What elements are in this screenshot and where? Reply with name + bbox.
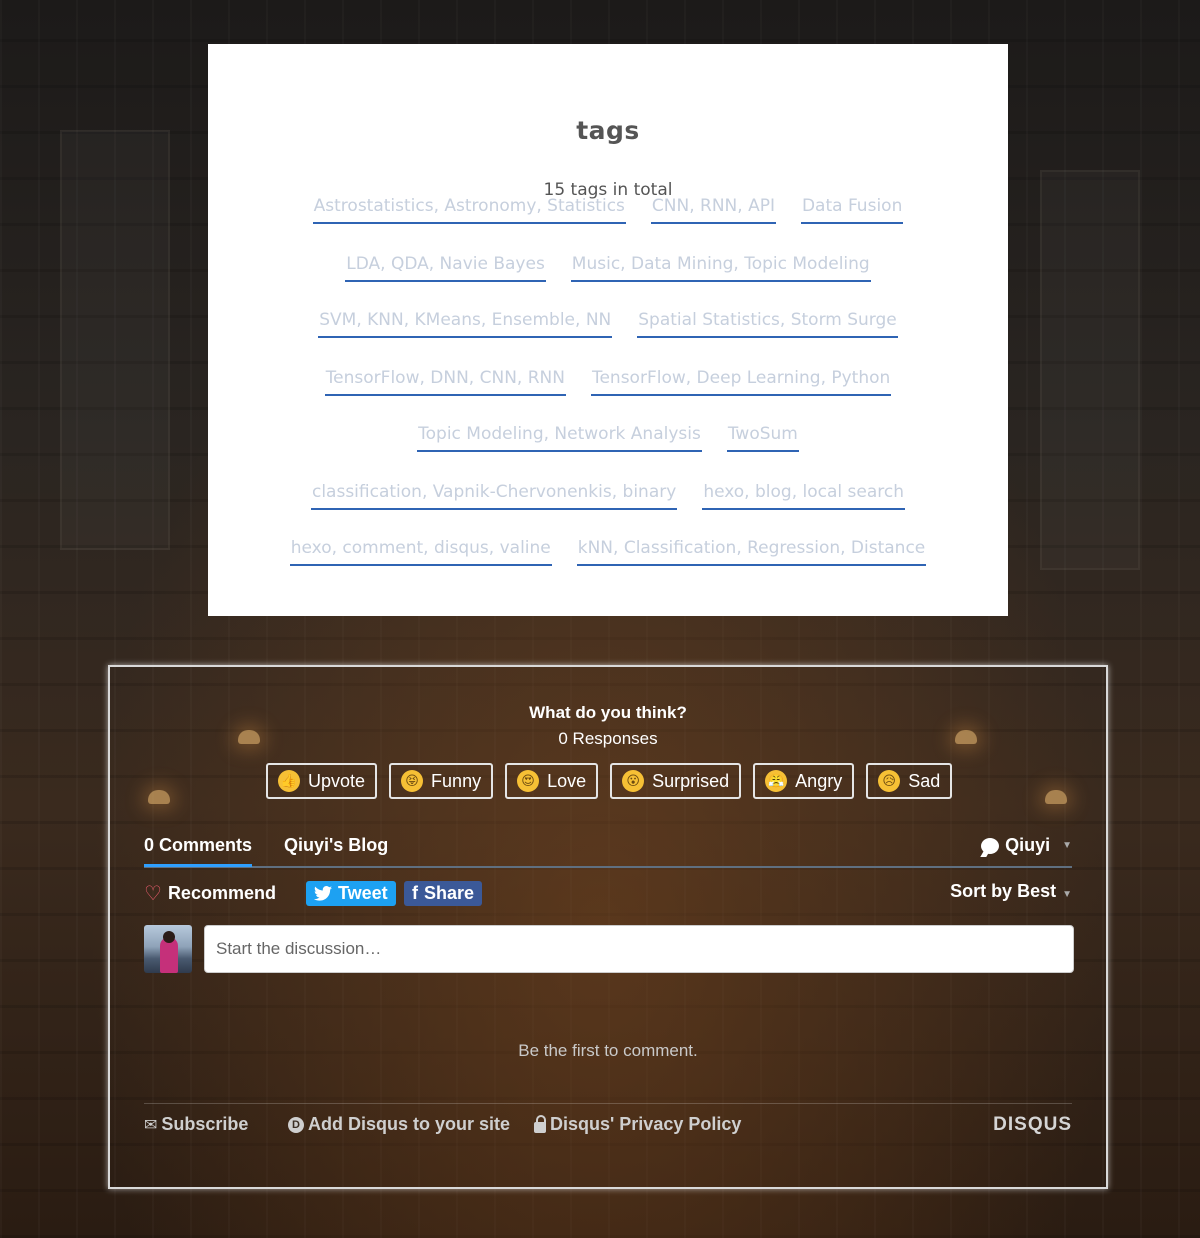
add-disqus-label: Add Disqus to your site <box>308 1114 511 1134</box>
sad-face-icon: 😥 <box>878 770 901 792</box>
recommend-button[interactable]: ♡ Recommend <box>144 881 276 905</box>
facebook-icon: f <box>412 883 418 903</box>
tag-link[interactable]: hexo, comment, disqus, valine <box>289 538 552 566</box>
tag-row: classification, Vapnik-Chervonenkis, bin… <box>208 482 1008 510</box>
facebook-share-button[interactable]: f Share <box>404 881 483 906</box>
empty-comments-message: Be the first to comment. <box>518 1041 698 1060</box>
tag-link[interactable]: Data Fusion <box>800 196 904 224</box>
reaction-surprised-button[interactable]: 😮 Surprised <box>610 763 742 799</box>
tag-link[interactable]: kNN, Classification, Regression, Distanc… <box>576 538 927 566</box>
tab-comments[interactable]: 0 Comments <box>144 835 253 867</box>
avatar <box>144 925 192 973</box>
tag-link[interactable]: Astrostatistics, Astronomy, Statistics <box>312 196 626 224</box>
tag-row: SVM, KNN, KMeans, Ensemble, NN Spatial St… <box>208 310 1008 338</box>
subscribe-link[interactable]: ✉ Subscribe <box>144 1114 248 1135</box>
add-disqus-link[interactable]: D Add Disqus to your site <box>288 1114 510 1135</box>
disqus-comments: What do you think? 0 Responses 👍 Upvote 😝 F… <box>108 665 1108 1189</box>
reaction-love-button[interactable]: 😍 Love <box>505 763 599 799</box>
recommend-label: Recommend <box>167 882 276 903</box>
reaction-label: Surprised <box>652 770 730 791</box>
tag-link[interactable]: TensorFlow, DNN, CNN, RNN <box>324 368 566 396</box>
reaction-label: Sad <box>908 770 941 791</box>
sort-label: Sort by Best <box>950 881 1057 901</box>
background-window-right <box>1040 170 1140 570</box>
tag-link[interactable]: Music, Data Mining, Topic Modeling <box>570 254 871 282</box>
disqus-brand-link[interactable]: DISQUS <box>993 1114 1072 1136</box>
user-name: Qiuyi <box>1005 835 1051 855</box>
comment-actions: ♡ Recommend Tweet f Share Sort by Best ▼ <box>144 879 1072 909</box>
envelope-icon: ✉ <box>144 1115 158 1134</box>
background-window-left <box>60 130 170 550</box>
reaction-sad-button[interactable]: 😥 Sad <box>866 763 953 799</box>
tags-card: tags 15 tags in total Astrostatistics, A… <box>208 44 1008 616</box>
reaction-label: Funny <box>431 770 482 791</box>
disqus-logo-icon: D <box>288 1116 304 1133</box>
tag-link[interactable]: CNN, RNN, API <box>650 196 776 224</box>
tag-link[interactable]: hexo, blog, local search <box>702 482 905 510</box>
tag-row: Topic Modeling, Network Analysis TwoSum <box>208 424 1008 452</box>
user-menu[interactable]: Qiuyi ▼ <box>981 835 1072 856</box>
share-label: Share <box>424 883 475 903</box>
reaction-label: Love <box>547 770 587 791</box>
tag-link[interactable]: Topic Modeling, Network Analysis <box>417 424 702 452</box>
reaction-question: What do you think? <box>529 703 687 722</box>
chevron-down-icon: ▼ <box>1062 889 1072 900</box>
comment-input[interactable] <box>204 925 1074 973</box>
privacy-label: Disqus' Privacy Policy <box>550 1114 742 1134</box>
privacy-policy-link[interactable]: Disqus' Privacy Policy <box>534 1114 741 1135</box>
comment-tabs: 0 Comments Qiuyi's Blog Qiuyi ▼ <box>144 835 1072 868</box>
tweet-button[interactable]: Tweet <box>306 881 396 906</box>
reaction-label: Upvote <box>308 770 366 791</box>
lock-icon <box>534 1114 546 1133</box>
chevron-down-icon: ▼ <box>1062 840 1072 851</box>
angry-face-icon: 😤 <box>765 770 788 792</box>
reaction-bar: 👍 Upvote 😝 Funny 😍 Love 😮 Surprised 😤 Angry 😥 Sad <box>266 763 953 799</box>
heart-icon: ♡ <box>144 881 162 905</box>
reaction-label: Angry <box>795 770 843 791</box>
tag-link[interactable]: TwoSum <box>726 424 799 452</box>
avatar-head <box>163 931 175 943</box>
tag-link[interactable]: SVM, KNN, KMeans, Ensemble, NN <box>318 310 613 338</box>
tag-row: TensorFlow, DNN, CNN, RNN TensorFlow, Dee… <box>208 368 1008 396</box>
reaction-angry-button[interactable]: 😤 Angry <box>753 763 855 799</box>
page-title: tags <box>576 116 640 145</box>
surprised-face-icon: 😮 <box>622 770 645 792</box>
subscribe-label: Subscribe <box>161 1114 249 1134</box>
sort-dropdown[interactable]: Sort by Best ▼ <box>950 881 1072 902</box>
tag-link[interactable]: TensorFlow, Deep Learning, Python <box>590 368 892 396</box>
reaction-upvote-button[interactable]: 👍 Upvote <box>266 763 378 799</box>
tag-row: Astrostatistics, Astronomy, Statistics CN… <box>208 196 1008 224</box>
tag-link[interactable]: Spatial Statistics, Storm Surge <box>637 310 898 338</box>
funny-face-icon: 😝 <box>401 770 424 792</box>
twitter-icon <box>314 886 332 901</box>
thumbs-up-icon: 👍 <box>278 770 300 792</box>
responses-count: 0 Responses <box>558 729 658 748</box>
tag-link[interactable]: LDA, QDA, Navie Bayes <box>345 254 546 282</box>
tag-row: LDA, QDA, Navie Bayes Music, Data Mining,… <box>208 254 1008 282</box>
tab-blog[interactable]: Qiuyi's Blog <box>284 835 388 856</box>
notification-bubble-icon <box>981 837 1000 854</box>
tag-row: hexo, comment, disqus, valine kNN, Classi… <box>208 538 1008 566</box>
tweet-label: Tweet <box>338 883 388 903</box>
reaction-funny-button[interactable]: 😝 Funny <box>389 763 494 799</box>
tag-link[interactable]: classification, Vapnik-Chervonenkis, bin… <box>310 482 678 510</box>
disqus-footer: ✉ Subscribe D Add Disqus to your site Di… <box>144 1103 1072 1155</box>
heart-eyes-icon: 😍 <box>517 770 540 792</box>
